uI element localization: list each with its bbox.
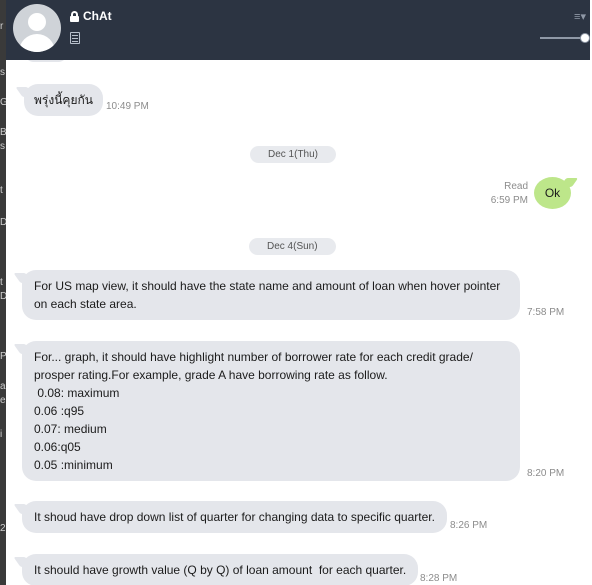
message-time: 6:59 PM bbox=[490, 195, 528, 206]
slider-knob[interactable] bbox=[580, 33, 590, 43]
menu-icon[interactable]: ≡▾ bbox=[574, 10, 586, 23]
message-text: Ok bbox=[544, 186, 561, 200]
message-text: It should have growth value (Q by Q) of … bbox=[34, 563, 407, 577]
note-icon[interactable] bbox=[70, 32, 80, 44]
chat-header: ChAt ≡▾ bbox=[6, 0, 590, 60]
background-window-letter: i bbox=[0, 429, 3, 440]
background-window-letter: t bbox=[0, 185, 3, 196]
message-time: 7:58 PM bbox=[527, 307, 565, 318]
read-receipt: Read 6:59 PM bbox=[476, 180, 528, 208]
message-time: 8:28 PM bbox=[420, 573, 458, 584]
background-window-letter: 2 bbox=[0, 523, 6, 534]
background-window-letter: t bbox=[0, 277, 3, 288]
message-bubble: พรุ่งนี้คุยกัน bbox=[24, 84, 103, 116]
date-divider: Dec 4(Sun) bbox=[249, 238, 336, 255]
partial-message-bubble bbox=[24, 60, 68, 62]
read-label: Read bbox=[504, 181, 528, 192]
message-time: 10:49 PM bbox=[106, 101, 149, 112]
zoom-slider[interactable] bbox=[540, 33, 590, 43]
message-time: 8:26 PM bbox=[450, 520, 488, 531]
lock-icon bbox=[70, 10, 79, 22]
message-line: 0.08: maximum bbox=[34, 386, 120, 400]
message-bubble: It should have growth value (Q by Q) of … bbox=[22, 554, 419, 585]
background-window-letter: a bbox=[0, 381, 6, 392]
message-text: For US map view, it should have the stat… bbox=[34, 279, 501, 311]
message-line: 0.07: medium bbox=[34, 422, 107, 436]
my-message-bubble: Ok bbox=[534, 177, 571, 209]
message-line: 0.06 :q95 bbox=[34, 404, 85, 418]
title-row: ChAt bbox=[70, 9, 112, 23]
message-line: For... graph, it should have highlight n… bbox=[34, 350, 473, 382]
background-window-letter: r bbox=[0, 21, 4, 32]
chat-title: ChAt bbox=[83, 9, 112, 23]
date-divider: Dec 1(Thu) bbox=[250, 146, 337, 163]
background-window-letter: e bbox=[0, 395, 6, 406]
message-line: 0.06:q05 bbox=[34, 440, 81, 454]
message-bubble: It shoud have drop down list of quarter … bbox=[22, 501, 447, 533]
message-bubble: For... graph, it should have highlight n… bbox=[22, 341, 520, 481]
avatar[interactable] bbox=[13, 4, 61, 52]
background-window-letter: s bbox=[0, 141, 5, 152]
message-bubble: For US map view, it should have the stat… bbox=[22, 270, 520, 320]
message-line: 0.05 :minimum bbox=[34, 458, 113, 472]
message-text: It shoud have drop down list of quarter … bbox=[34, 510, 435, 524]
chat-area[interactable]: พรุ่งนี้คุยกัน 10:49 PM Dec 1(Thu) Read … bbox=[6, 60, 590, 585]
message-time: 8:20 PM bbox=[527, 468, 565, 479]
avatar-head bbox=[28, 13, 46, 31]
background-window-letter: s bbox=[0, 67, 5, 78]
avatar-body bbox=[19, 34, 55, 52]
message-text: พรุ่งนี้คุยกัน bbox=[34, 93, 93, 107]
